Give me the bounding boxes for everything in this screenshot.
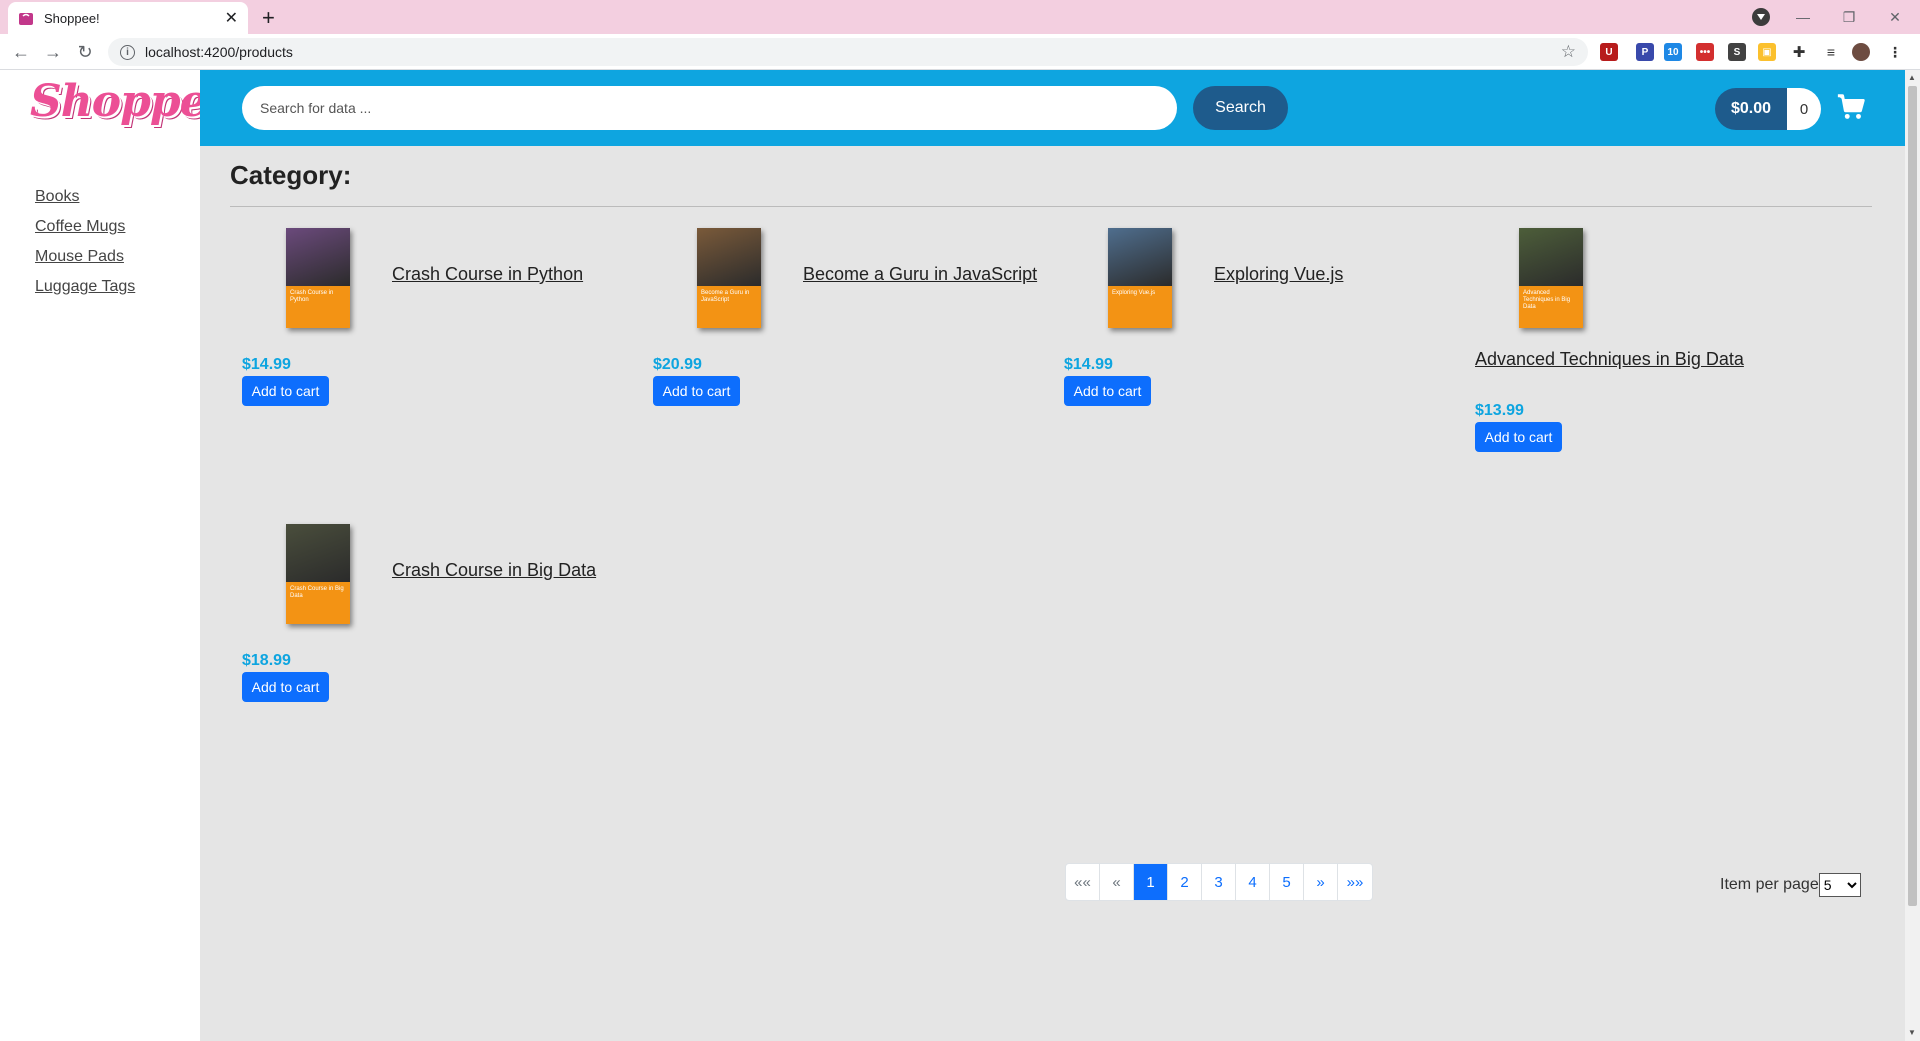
address-url[interactable]: localhost:4200/products xyxy=(145,44,1561,60)
scroll-down-icon[interactable]: ▼ xyxy=(1908,1028,1916,1037)
address-bar[interactable]: i localhost:4200/products ☆ xyxy=(108,38,1588,66)
page-scrollbar[interactable]: ▲ ▼ xyxy=(1905,70,1920,1041)
new-tab-icon[interactable]: + xyxy=(262,5,275,31)
reload-icon[interactable]: ↻ xyxy=(72,39,98,65)
scrollbar-thumb[interactable] xyxy=(1908,86,1917,906)
product-title-link[interactable]: Advanced Techniques in Big Data xyxy=(1475,349,1744,370)
minimize-icon[interactable]: — xyxy=(1780,9,1826,25)
window-controls: — ❐ ✕ xyxy=(1780,0,1918,34)
cover-title: Crash Course in Python xyxy=(290,290,334,303)
tab-close-icon[interactable]: ✕ xyxy=(225,8,238,28)
product-price: $14.99 xyxy=(242,356,291,373)
items-per-page: Item per page 5 xyxy=(1720,873,1861,897)
window-close-icon[interactable]: ✕ xyxy=(1872,9,1918,26)
profile-avatar[interactable] xyxy=(1852,43,1870,61)
pagination-next[interactable]: » xyxy=(1304,864,1338,900)
browser-tab[interactable]: Shoppee! ✕ xyxy=(8,2,248,34)
cover-title: Become a Guru in JavaScript xyxy=(701,290,750,303)
cart-status[interactable]: $0.00 0 xyxy=(1715,88,1822,130)
product-price: $20.99 xyxy=(653,356,702,373)
shop-favicon-icon xyxy=(19,13,33,25)
product-title-link[interactable]: Exploring Vue.js xyxy=(1214,264,1343,285)
category-coffee-mugs-link[interactable]: Coffee Mugs xyxy=(35,218,125,235)
yellow-extension-icon[interactable]: ▣ xyxy=(1758,43,1776,61)
cart-total: $0.00 xyxy=(1715,88,1788,130)
category-list: Books Coffee Mugs Mouse Pads Luggage Tag… xyxy=(35,188,135,308)
book-cover-image[interactable]: Exploring Vue.js xyxy=(1108,228,1172,328)
cart-count: 0 xyxy=(1787,88,1822,130)
pagination-page[interactable]: 1 xyxy=(1134,864,1168,900)
search-button[interactable]: Search xyxy=(1193,86,1288,130)
search-input[interactable] xyxy=(242,86,1177,130)
book-cover-image[interactable]: Crash Course in Python xyxy=(286,228,350,328)
pagination-page[interactable]: 2 xyxy=(1168,864,1202,900)
cover-photo xyxy=(1108,228,1172,286)
red-extension-icon[interactable]: ••• xyxy=(1696,43,1714,61)
bookmark-star-icon[interactable]: ☆ xyxy=(1561,42,1576,62)
sidebar: Shoppee Books Coffee Mugs Mouse Pads Lug… xyxy=(0,70,235,1041)
pagination-page[interactable]: 5 xyxy=(1270,864,1304,900)
p-extension-icon[interactable]: P xyxy=(1636,43,1654,61)
items-per-page-label: Item per page xyxy=(1720,876,1819,893)
pagination: «« « 1 2 3 4 5 » »» xyxy=(1065,863,1373,901)
add-to-cart-button[interactable]: Add to cart xyxy=(242,672,329,702)
pagination-page[interactable]: 3 xyxy=(1202,864,1236,900)
s-extension-icon[interactable]: S xyxy=(1728,43,1746,61)
restore-icon[interactable]: ❐ xyxy=(1826,9,1872,26)
product-price: $14.99 xyxy=(1064,356,1113,373)
add-to-cart-button[interactable]: Add to cart xyxy=(1475,422,1562,452)
cover-title: Advanced Techniques in Big Data xyxy=(1523,290,1571,310)
app-header: Search $0.00 0 xyxy=(200,70,1905,146)
cover-title: Exploring Vue.js xyxy=(1112,290,1156,296)
title-divider xyxy=(230,206,1872,207)
pagination-prev[interactable]: « xyxy=(1100,864,1134,900)
pagination-first[interactable]: «« xyxy=(1066,864,1100,900)
category-mouse-pads-link[interactable]: Mouse Pads xyxy=(35,248,124,265)
reading-list-icon[interactable]: ≡ xyxy=(1822,43,1840,61)
product-title-link[interactable]: Crash Course in Python xyxy=(392,264,583,285)
book-cover-image[interactable]: Become a Guru in JavaScript xyxy=(697,228,761,328)
site-info-icon[interactable]: i xyxy=(120,44,135,60)
pagination-last[interactable]: »» xyxy=(1338,864,1372,900)
calendar-extension-icon[interactable]: 10 xyxy=(1664,43,1682,61)
back-icon[interactable]: ← xyxy=(8,39,34,65)
cover-title: Crash Course in Big Data xyxy=(290,586,344,599)
shopping-cart-icon[interactable] xyxy=(1836,92,1866,122)
items-per-page-select[interactable]: 5 xyxy=(1818,873,1861,897)
cover-photo xyxy=(697,228,761,286)
forward-icon[interactable]: → xyxy=(40,39,66,65)
book-cover-image[interactable]: Crash Course in Big Data xyxy=(286,524,350,624)
browser-menu-icon[interactable]: ⋮ xyxy=(1886,43,1904,61)
cover-photo xyxy=(286,228,350,286)
browser-tabbar: Shoppee! ✕ + — ❐ ✕ xyxy=(0,0,1920,34)
add-to-cart-button[interactable]: Add to cart xyxy=(653,376,740,406)
category-books-link[interactable]: Books xyxy=(35,188,79,205)
pagination-page[interactable]: 4 xyxy=(1236,864,1270,900)
book-cover-image[interactable]: Advanced Techniques in Big Data xyxy=(1519,228,1583,328)
ublock-extension-icon[interactable]: U xyxy=(1600,43,1618,61)
product-price: $13.99 xyxy=(1475,402,1524,419)
scroll-up-icon[interactable]: ▲ xyxy=(1908,73,1916,82)
tab-search-icon[interactable] xyxy=(1752,8,1770,26)
app-root: Shoppee Books Coffee Mugs Mouse Pads Lug… xyxy=(0,70,1905,1041)
cover-photo xyxy=(1519,228,1583,286)
product-price: $18.99 xyxy=(242,652,291,669)
product-title-link[interactable]: Become a Guru in JavaScript xyxy=(803,264,1037,285)
add-to-cart-button[interactable]: Add to cart xyxy=(1064,376,1151,406)
browser-toolbar: ← → ↻ i localhost:4200/products ☆ U P 10… xyxy=(0,34,1920,70)
category-luggage-tags-link[interactable]: Luggage Tags xyxy=(35,278,135,295)
extensions-puzzle-icon[interactable]: ✚ xyxy=(1790,43,1808,61)
cover-photo xyxy=(286,524,350,582)
tab-title: Shoppee! xyxy=(44,10,100,26)
product-title-link[interactable]: Crash Course in Big Data xyxy=(392,560,596,581)
add-to-cart-button[interactable]: Add to cart xyxy=(242,376,329,406)
product-list: Category: Crash Course in Python Crash C… xyxy=(230,160,1872,702)
page-title: Category: xyxy=(230,160,352,190)
